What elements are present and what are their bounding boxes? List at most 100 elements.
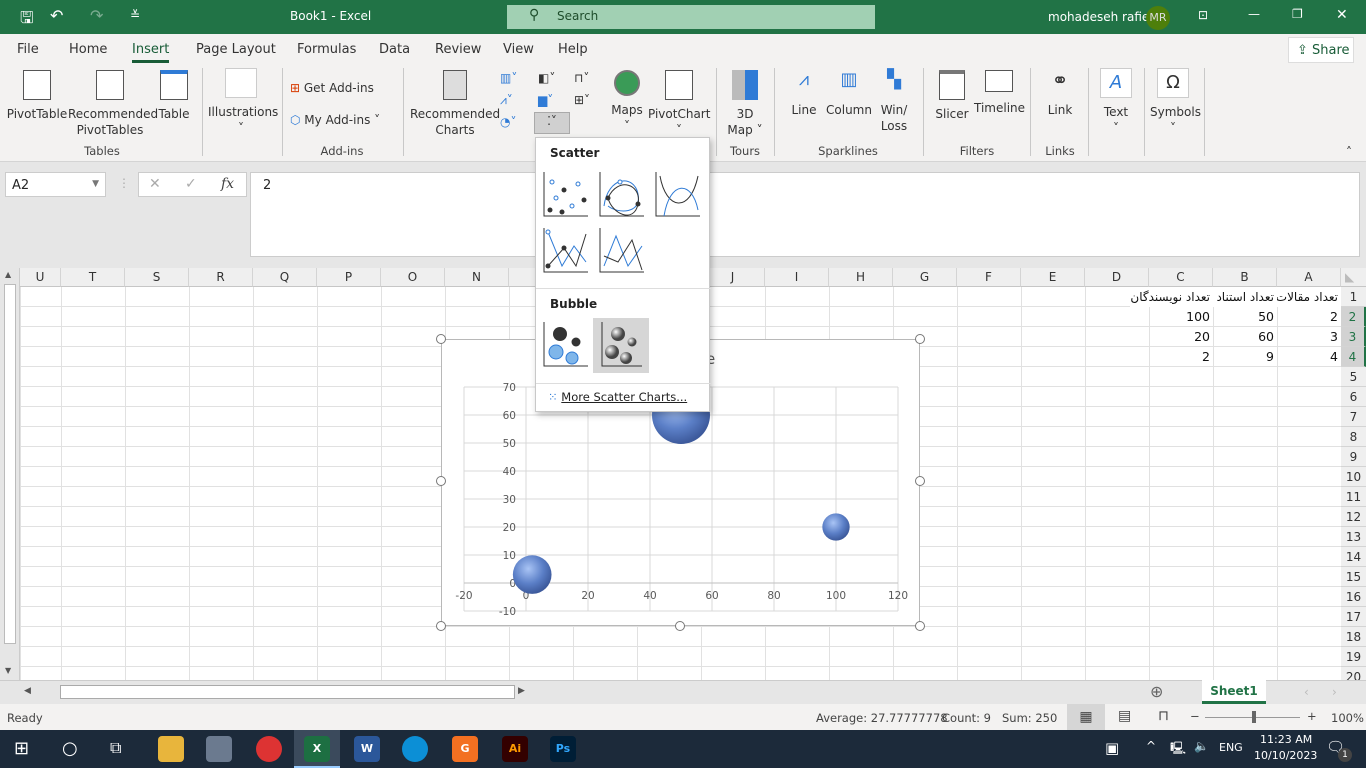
column-header-o[interactable]: O [381,268,445,287]
recommended-charts-button[interactable]: Recommended Charts [410,70,500,138]
row-header-2[interactable]: 2 [1341,307,1366,327]
cell-A1[interactable]: تعداد مقالات [1275,287,1341,307]
row-header-12[interactable]: 12 [1341,507,1366,527]
minimize-icon[interactable]: — [1248,7,1260,21]
tab-help[interactable]: Help [558,42,588,57]
page-layout-view-icon[interactable]: ▤ [1118,708,1131,724]
statistic-chart-icon[interactable]: ▆˅ [538,92,553,108]
name-box[interactable]: A2 ▼ [5,172,106,197]
next-sheet-icon[interactable]: › [1332,685,1337,699]
insert-function-icon[interactable]: fx [221,176,234,192]
row-header-16[interactable]: 16 [1341,587,1366,607]
column-header-a[interactable]: A [1277,268,1341,287]
share-button[interactable]: ⇪ Share [1288,37,1354,63]
clock-time[interactable]: 11:23 AM [1260,733,1312,746]
illustrator-icon[interactable]: Ai [502,736,528,762]
column-header-e[interactable]: E [1021,268,1085,287]
row-header-15[interactable]: 15 [1341,567,1366,587]
sparkline-line-button[interactable]: ⩘ Line [786,71,822,118]
cell-A4[interactable]: 4 [1277,347,1341,367]
cell-B4[interactable]: 9 [1213,347,1277,367]
new-sheet-icon[interactable]: ⊕ [1150,682,1163,701]
edge-icon[interactable] [402,736,428,762]
table-button[interactable]: Table [154,70,194,122]
taskbar-excel[interactable]: X [294,730,340,768]
prev-sheet-icon[interactable]: ‹ [1304,685,1309,699]
zoom-out-icon[interactable]: − [1190,709,1200,723]
cell-C1[interactable]: تعداد نویسندگان [1130,287,1213,307]
tab-sheet1[interactable]: Sheet1 [1202,680,1266,704]
column-header-c[interactable]: C [1149,268,1213,287]
file-explorer-icon[interactable] [158,736,184,762]
pdf-app-icon[interactable]: G [452,736,478,762]
row-header-4[interactable]: 4 [1341,347,1366,367]
cancel-icon[interactable]: ✕ [149,176,161,192]
chart-resize-handle[interactable] [436,621,446,631]
redo-icon[interactable]: ↷ [90,6,103,25]
bubble-point[interactable] [512,555,552,594]
bubble-thumb[interactable] [542,320,592,370]
row-header-11[interactable]: 11 [1341,487,1366,507]
horizontal-scrollbar[interactable] [60,685,515,699]
cell-C3[interactable]: 20 [1149,327,1213,347]
network-icon[interactable]: 🖳 [1170,739,1186,760]
row-header-5[interactable]: 5 [1341,367,1366,387]
enter-icon[interactable]: ✓ [185,176,197,192]
timeline-button[interactable]: Timeline [974,70,1025,116]
chart-resize-handle[interactable] [915,476,925,486]
chrome-icon[interactable] [256,736,282,762]
formula-input[interactable]: 2 [250,172,1360,257]
scatter-chart-button[interactable]: ⁚˅ [534,112,570,134]
waterfall-chart-icon[interactable]: ⊓˅ [574,70,589,86]
symbols-button[interactable]: Ω Symbols ˅ [1150,68,1201,136]
row-header-7[interactable]: 7 [1341,407,1366,427]
my-addins-button[interactable]: ⬡ My Add-ins ˅ [290,112,380,128]
slicer-button[interactable]: Slicer [934,70,970,122]
illustrations-button[interactable]: Illustrations ˅ [208,68,278,136]
column-header-i[interactable]: I [765,268,829,287]
more-scatter-charts-item[interactable]: ⁙ More Scatter Charts... [548,390,687,404]
cell-C2[interactable]: 100 [1149,307,1213,327]
column-header-n[interactable]: N [445,268,509,287]
scatter-smooth-lines-thumb[interactable] [654,170,704,220]
scroll-up-icon[interactable]: ▲ [5,270,11,279]
customize-toolbar-icon[interactable]: ≚ [130,8,140,22]
page-break-view-icon[interactable]: ⊓ [1158,708,1169,724]
zoom-in-icon[interactable]: + [1307,709,1317,723]
row-header-13[interactable]: 13 [1341,527,1366,547]
word-icon[interactable]: W [354,736,380,762]
scatter-straight-markers-thumb[interactable] [542,226,592,276]
combo-chart-icon[interactable]: ⊞˅ [574,92,590,108]
scatter-thumb[interactable] [542,170,592,220]
column-chart-icon[interactable]: ▥˅ [500,70,517,86]
search-box[interactable]: ⚲ Search [507,5,875,29]
row-header-6[interactable]: 6 [1341,387,1366,407]
select-all-button[interactable]: ◣ [1341,268,1366,287]
pivotchart-button[interactable]: PivotChart ˅ [648,70,710,138]
hierarchy-chart-icon[interactable]: ◧˅ [538,70,555,86]
column-header-f[interactable]: F [957,268,1021,287]
chart-resize-handle[interactable] [436,334,446,344]
column-header-t[interactable]: T [61,268,125,287]
line-chart-icon[interactable]: ⩘˅ [500,92,513,108]
language-indicator[interactable]: ENG [1219,741,1243,754]
close-icon[interactable]: ✕ [1336,7,1348,23]
chart-resize-handle[interactable] [675,621,685,631]
tab-insert[interactable]: Insert [132,42,170,63]
row-header-19[interactable]: 19 [1341,647,1366,667]
sparkline-column-button[interactable]: ▥ Column [826,71,872,118]
cell-A3[interactable]: 3 [1277,327,1341,347]
scroll-left-icon[interactable]: ◀ [24,686,31,696]
column-header-b[interactable]: B [1213,268,1277,287]
save-icon[interactable]: 🖫 [20,7,34,34]
recommended-pivottables-button[interactable]: Recommended PivotTables [68,70,158,138]
column-header-s[interactable]: S [125,268,189,287]
clock-date[interactable]: 10/10/2023 [1254,749,1317,762]
tab-review[interactable]: Review [435,42,481,57]
tab-formulas[interactable]: Formulas [297,42,356,57]
text-button[interactable]: A Text ˅ [1096,68,1136,136]
volume-icon[interactable]: 🔈 [1194,739,1209,753]
row-header-17[interactable]: 17 [1341,607,1366,627]
tab-data[interactable]: Data [379,42,410,57]
scroll-down-icon[interactable]: ▼ [5,666,11,675]
